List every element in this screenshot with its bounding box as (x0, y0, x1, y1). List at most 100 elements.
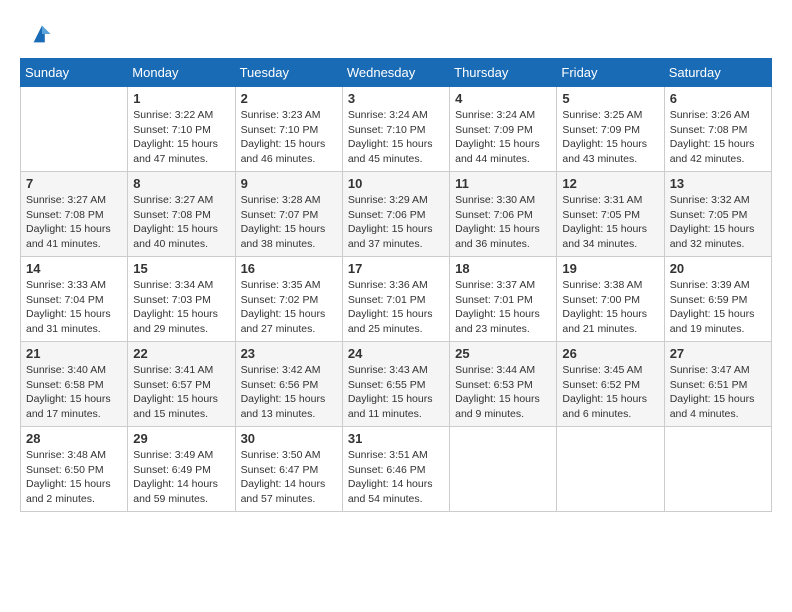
calendar-cell: 28 Sunrise: 3:48 AM Sunset: 6:50 PM Dayli… (21, 427, 128, 512)
day-number: 26 (562, 346, 658, 361)
calendar-cell: 27 Sunrise: 3:47 AM Sunset: 6:51 PM Dayli… (664, 342, 771, 427)
day-number: 24 (348, 346, 444, 361)
day-number: 19 (562, 261, 658, 276)
calendar-cell: 9 Sunrise: 3:28 AM Sunset: 7:07 PM Daylig… (235, 172, 342, 257)
calendar-cell (557, 427, 664, 512)
day-info: Sunrise: 3:42 AM Sunset: 6:56 PM Dayligh… (241, 363, 337, 422)
day-info: Sunrise: 3:44 AM Sunset: 6:53 PM Dayligh… (455, 363, 551, 422)
calendar-cell: 22 Sunrise: 3:41 AM Sunset: 6:57 PM Dayli… (128, 342, 235, 427)
day-number: 11 (455, 176, 551, 191)
day-info: Sunrise: 3:23 AM Sunset: 7:10 PM Dayligh… (241, 108, 337, 167)
day-number: 9 (241, 176, 337, 191)
day-info: Sunrise: 3:34 AM Sunset: 7:03 PM Dayligh… (133, 278, 229, 337)
day-info: Sunrise: 3:31 AM Sunset: 7:05 PM Dayligh… (562, 193, 658, 252)
day-number: 30 (241, 431, 337, 446)
day-info: Sunrise: 3:45 AM Sunset: 6:52 PM Dayligh… (562, 363, 658, 422)
day-info: Sunrise: 3:48 AM Sunset: 6:50 PM Dayligh… (26, 448, 122, 507)
calendar-cell: 6Sunrise: 3:26 AM Sunset: 7:08 PM Daylig… (664, 87, 771, 172)
day-number: 3 (348, 91, 444, 106)
day-number: 6 (670, 91, 766, 106)
week-row-2: 7Sunrise: 3:27 AM Sunset: 7:08 PM Daylig… (21, 172, 772, 257)
day-info: Sunrise: 3:25 AM Sunset: 7:09 PM Dayligh… (562, 108, 658, 167)
calendar-cell: 13 Sunrise: 3:32 AM Sunset: 7:05 PM Dayli… (664, 172, 771, 257)
calendar-cell: 3 Sunrise: 3:24 AM Sunset: 7:10 PM Daylig… (342, 87, 449, 172)
weekday-header-tuesday: Tuesday (235, 59, 342, 87)
calendar-cell: 30 Sunrise: 3:50 AM Sunset: 6:47 PM Dayli… (235, 427, 342, 512)
weekday-header-sunday: Sunday (21, 59, 128, 87)
day-number: 15 (133, 261, 229, 276)
calendar-cell: 1Sunrise: 3:22 AM Sunset: 7:10 PM Daylig… (128, 87, 235, 172)
day-info: Sunrise: 3:37 AM Sunset: 7:01 PM Dayligh… (455, 278, 551, 337)
day-number: 20 (670, 261, 766, 276)
calendar-cell (450, 427, 557, 512)
day-info: Sunrise: 3:36 AM Sunset: 7:01 PM Dayligh… (348, 278, 444, 337)
day-info: Sunrise: 3:47 AM Sunset: 6:51 PM Dayligh… (670, 363, 766, 422)
day-info: Sunrise: 3:35 AM Sunset: 7:02 PM Dayligh… (241, 278, 337, 337)
calendar-cell: 10 Sunrise: 3:29 AM Sunset: 7:06 PM Dayli… (342, 172, 449, 257)
calendar-cell: 26 Sunrise: 3:45 AM Sunset: 6:52 PM Dayli… (557, 342, 664, 427)
week-row-4: 21 Sunrise: 3:40 AM Sunset: 6:58 PM Dayli… (21, 342, 772, 427)
calendar-cell: 8 Sunrise: 3:27 AM Sunset: 7:08 PM Daylig… (128, 172, 235, 257)
logo-icon (28, 20, 56, 48)
logo (20, 20, 56, 48)
day-number: 18 (455, 261, 551, 276)
calendar-cell: 16 Sunrise: 3:35 AM Sunset: 7:02 PM Dayli… (235, 257, 342, 342)
day-number: 22 (133, 346, 229, 361)
week-row-1: 1Sunrise: 3:22 AM Sunset: 7:10 PM Daylig… (21, 87, 772, 172)
day-info: Sunrise: 3:29 AM Sunset: 7:06 PM Dayligh… (348, 193, 444, 252)
calendar-cell: 2 Sunrise: 3:23 AM Sunset: 7:10 PM Daylig… (235, 87, 342, 172)
day-info: Sunrise: 3:38 AM Sunset: 7:00 PM Dayligh… (562, 278, 658, 337)
weekday-header-saturday: Saturday (664, 59, 771, 87)
day-info: Sunrise: 3:27 AM Sunset: 7:08 PM Dayligh… (133, 193, 229, 252)
day-number: 23 (241, 346, 337, 361)
day-number: 31 (348, 431, 444, 446)
day-info: Sunrise: 3:50 AM Sunset: 6:47 PM Dayligh… (241, 448, 337, 507)
day-number: 4 (455, 91, 551, 106)
day-number: 13 (670, 176, 766, 191)
calendar-cell: 23 Sunrise: 3:42 AM Sunset: 6:56 PM Dayli… (235, 342, 342, 427)
day-info: Sunrise: 3:49 AM Sunset: 6:49 PM Dayligh… (133, 448, 229, 507)
calendar-cell: 17 Sunrise: 3:36 AM Sunset: 7:01 PM Dayli… (342, 257, 449, 342)
day-number: 8 (133, 176, 229, 191)
day-number: 27 (670, 346, 766, 361)
day-number: 10 (348, 176, 444, 191)
day-info: Sunrise: 3:24 AM Sunset: 7:10 PM Dayligh… (348, 108, 444, 167)
weekday-header-row: SundayMondayTuesdayWednesdayThursdayFrid… (21, 59, 772, 87)
calendar-cell: 14Sunrise: 3:33 AM Sunset: 7:04 PM Dayli… (21, 257, 128, 342)
day-info: Sunrise: 3:28 AM Sunset: 7:07 PM Dayligh… (241, 193, 337, 252)
calendar-cell: 7Sunrise: 3:27 AM Sunset: 7:08 PM Daylig… (21, 172, 128, 257)
week-row-3: 14Sunrise: 3:33 AM Sunset: 7:04 PM Dayli… (21, 257, 772, 342)
day-number: 28 (26, 431, 122, 446)
calendar-cell: 15 Sunrise: 3:34 AM Sunset: 7:03 PM Dayli… (128, 257, 235, 342)
day-number: 17 (348, 261, 444, 276)
calendar-cell: 21 Sunrise: 3:40 AM Sunset: 6:58 PM Dayli… (21, 342, 128, 427)
calendar: SundayMondayTuesdayWednesdayThursdayFrid… (20, 58, 772, 512)
page-header (20, 20, 772, 48)
calendar-cell: 12 Sunrise: 3:31 AM Sunset: 7:05 PM Dayli… (557, 172, 664, 257)
day-number: 14 (26, 261, 122, 276)
weekday-header-monday: Monday (128, 59, 235, 87)
day-number: 21 (26, 346, 122, 361)
calendar-cell: 31 Sunrise: 3:51 AM Sunset: 6:46 PM Dayli… (342, 427, 449, 512)
day-info: Sunrise: 3:40 AM Sunset: 6:58 PM Dayligh… (26, 363, 122, 422)
day-info: Sunrise: 3:41 AM Sunset: 6:57 PM Dayligh… (133, 363, 229, 422)
calendar-cell: 18 Sunrise: 3:37 AM Sunset: 7:01 PM Dayli… (450, 257, 557, 342)
calendar-cell: 20Sunrise: 3:39 AM Sunset: 6:59 PM Dayli… (664, 257, 771, 342)
day-info: Sunrise: 3:51 AM Sunset: 6:46 PM Dayligh… (348, 448, 444, 507)
day-info: Sunrise: 3:22 AM Sunset: 7:10 PM Dayligh… (133, 108, 229, 167)
calendar-cell: 24Sunrise: 3:43 AM Sunset: 6:55 PM Dayli… (342, 342, 449, 427)
day-info: Sunrise: 3:24 AM Sunset: 7:09 PM Dayligh… (455, 108, 551, 167)
day-info: Sunrise: 3:30 AM Sunset: 7:06 PM Dayligh… (455, 193, 551, 252)
weekday-header-thursday: Thursday (450, 59, 557, 87)
day-number: 12 (562, 176, 658, 191)
day-number: 16 (241, 261, 337, 276)
weekday-header-friday: Friday (557, 59, 664, 87)
day-number: 5 (562, 91, 658, 106)
day-info: Sunrise: 3:32 AM Sunset: 7:05 PM Dayligh… (670, 193, 766, 252)
day-number: 2 (241, 91, 337, 106)
day-number: 29 (133, 431, 229, 446)
calendar-cell: 29 Sunrise: 3:49 AM Sunset: 6:49 PM Dayli… (128, 427, 235, 512)
calendar-cell (664, 427, 771, 512)
calendar-cell (21, 87, 128, 172)
day-info: Sunrise: 3:27 AM Sunset: 7:08 PM Dayligh… (26, 193, 122, 252)
